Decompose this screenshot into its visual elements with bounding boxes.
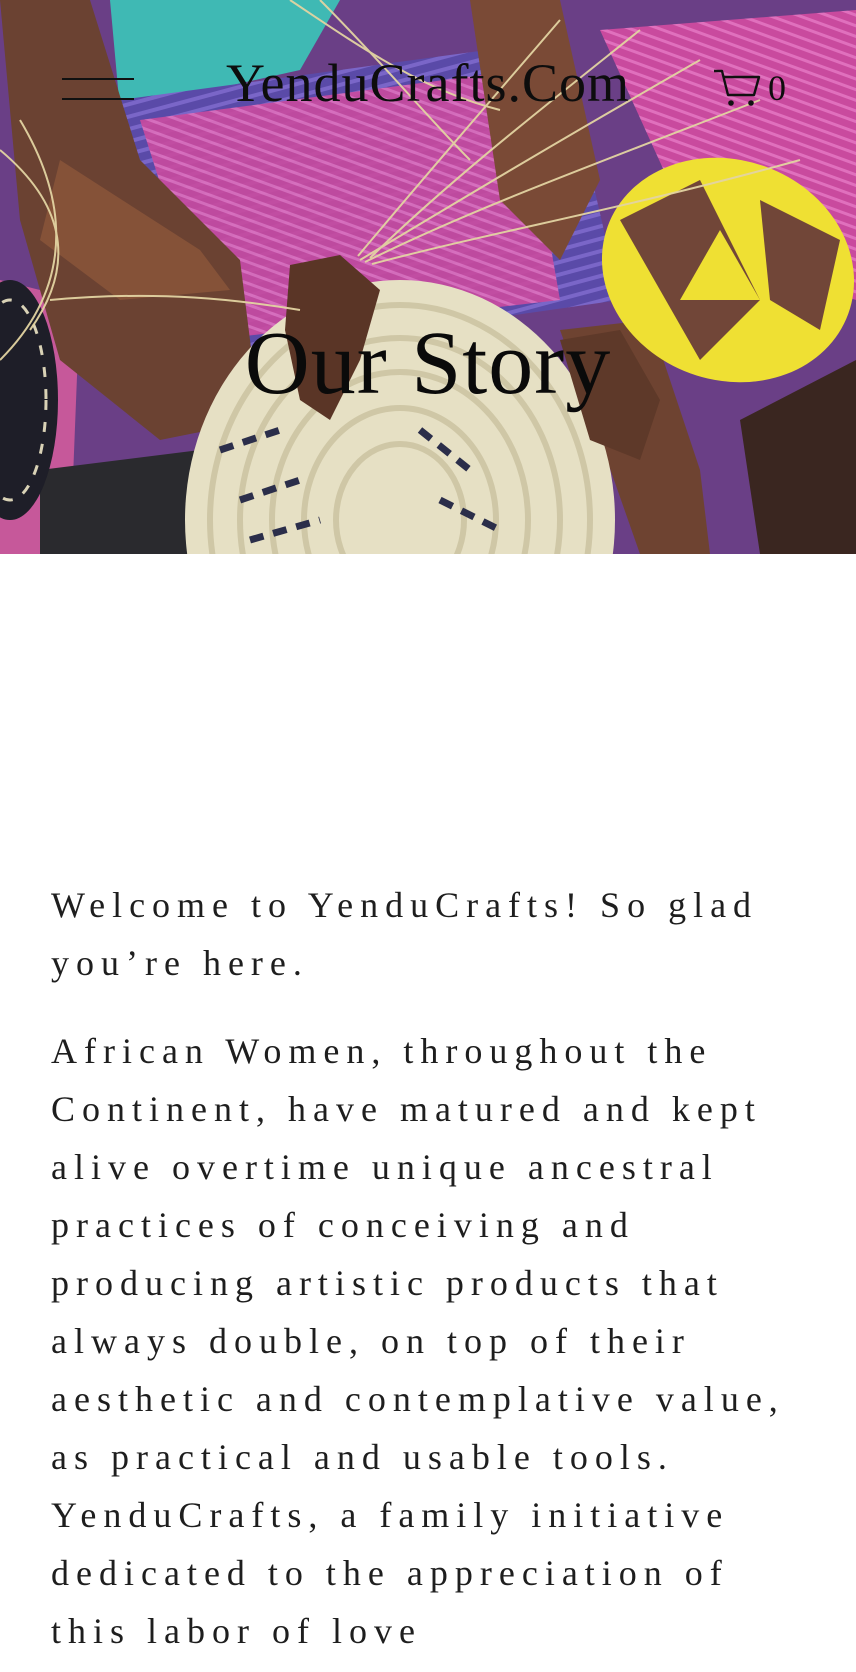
- hero-section: YenduCrafts.Com 0 Our Story: [0, 0, 856, 554]
- menu-line-bottom: [62, 98, 134, 100]
- page-title: Our Story: [244, 314, 612, 413]
- welcome-paragraph: Welcome to YenduCrafts! So glad you’re h…: [51, 885, 759, 983]
- story-content: Welcome to YenduCrafts! So glad you’re h…: [51, 876, 811, 1672]
- cart-count: 0: [768, 68, 786, 108]
- shopping-cart-icon: [714, 69, 761, 106]
- hamburger-menu-icon[interactable]: [62, 76, 134, 102]
- story-paragraph: African Women, throughout the Continent,…: [51, 1031, 785, 1651]
- menu-line-top: [62, 78, 134, 80]
- site-title[interactable]: YenduCrafts.Com: [160, 52, 696, 114]
- cart-button[interactable]: 0: [712, 66, 786, 110]
